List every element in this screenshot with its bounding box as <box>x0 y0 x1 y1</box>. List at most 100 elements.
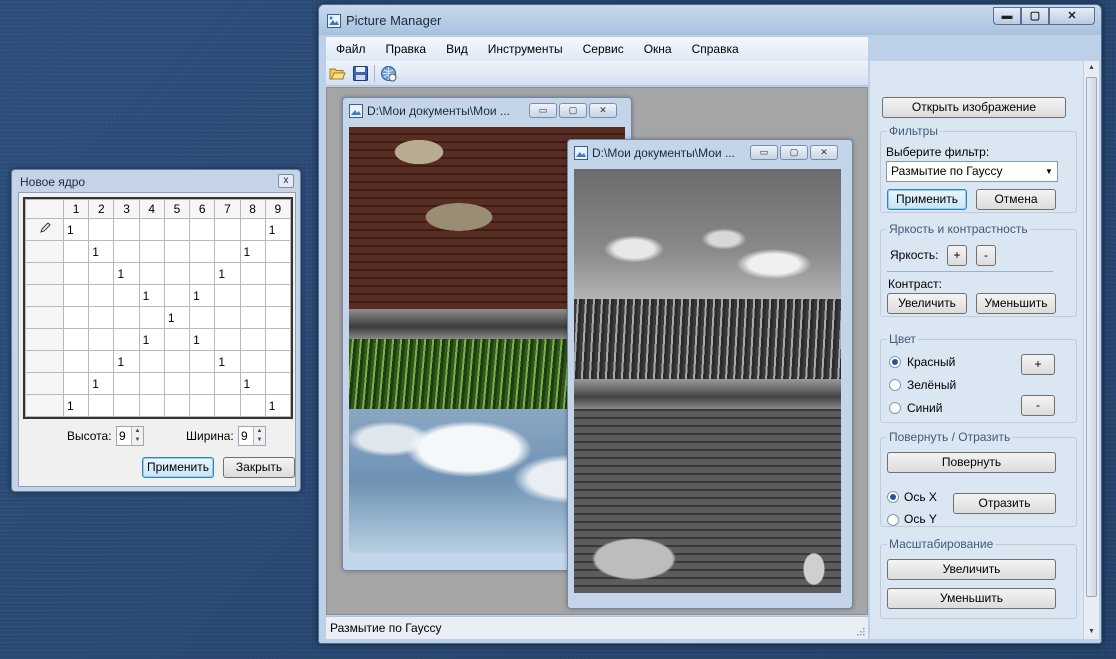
scroll-thumb[interactable] <box>1086 77 1097 597</box>
radio-green[interactable] <box>889 379 901 391</box>
grid-cell[interactable] <box>239 218 266 241</box>
grid-cell[interactable] <box>88 262 115 285</box>
grid-cell[interactable] <box>189 350 216 373</box>
menu-windows[interactable]: Окна <box>634 42 682 56</box>
grid-cell[interactable] <box>239 306 266 329</box>
grid-cell[interactable] <box>239 262 266 285</box>
grid-cell[interactable]: 1 <box>189 284 216 307</box>
radio-red-label[interactable]: Красный <box>907 355 955 369</box>
grid-cell[interactable] <box>62 372 90 395</box>
grid-cell[interactable] <box>138 350 165 373</box>
grid-cell[interactable] <box>138 372 165 395</box>
close-icon[interactable]: ✕ <box>1049 7 1095 25</box>
grid-cell[interactable] <box>214 372 241 395</box>
grid-cell[interactable] <box>163 240 191 263</box>
height-spinner[interactable]: 9 ▲ ▼ <box>116 426 144 446</box>
radio-blue-label[interactable]: Синий <box>907 401 942 415</box>
child-maximize-icon[interactable]: ▢ <box>780 145 808 160</box>
grid-cell[interactable]: 1 <box>264 218 292 241</box>
grid-cell[interactable]: 1 <box>113 350 140 373</box>
grid-cell[interactable] <box>163 350 191 373</box>
color-minus-button[interactable]: - <box>1021 395 1055 416</box>
child-minimize-icon[interactable]: ▭ <box>529 103 557 118</box>
grid-cell[interactable]: 1 <box>163 306 191 329</box>
grid-cell[interactable] <box>264 262 292 285</box>
radio-axis-x-label[interactable]: Ось X <box>904 490 937 504</box>
grid-cell[interactable] <box>189 306 216 329</box>
contrast-decrease-button[interactable]: Уменьшить <box>976 293 1056 314</box>
rotate-button[interactable]: Повернуть <box>887 452 1056 473</box>
grid-cell[interactable] <box>62 262 90 285</box>
open-folder-icon[interactable] <box>329 65 346 82</box>
spinner-arrows-icon[interactable]: ▲ ▼ <box>253 427 265 445</box>
grid-cell[interactable] <box>138 394 165 417</box>
grid-cell[interactable] <box>138 218 165 241</box>
grid-cell[interactable] <box>264 372 292 395</box>
scroll-down-icon[interactable]: ▼ <box>1084 625 1099 639</box>
grid-cell[interactable]: 1 <box>214 262 241 285</box>
grid-cell[interactable]: 1 <box>62 218 90 241</box>
brightness-plus-button[interactable]: + <box>947 245 967 266</box>
menu-help[interactable]: Справка <box>682 42 749 56</box>
grid-cell[interactable] <box>239 394 266 417</box>
grid-cell[interactable]: 1 <box>239 372 266 395</box>
menu-tools[interactable]: Инструменты <box>478 42 573 56</box>
grid-cell[interactable]: 1 <box>62 394 90 417</box>
grid-cell[interactable] <box>113 218 140 241</box>
minimize-icon[interactable]: ▬ <box>993 7 1021 25</box>
grid-cell[interactable] <box>163 218 191 241</box>
radio-blue[interactable] <box>889 402 901 414</box>
grid-cell[interactable]: 1 <box>189 328 216 351</box>
grid-cell[interactable] <box>62 284 90 307</box>
grid-cell[interactable]: 1 <box>239 240 266 263</box>
grid-cell[interactable] <box>189 240 216 263</box>
grid-cell[interactable] <box>264 284 292 307</box>
radio-axis-y-label[interactable]: Ось Y <box>904 512 937 526</box>
menu-file[interactable]: Файл <box>326 42 376 56</box>
flip-button[interactable]: Отразить <box>953 493 1056 514</box>
menu-edit[interactable]: Правка <box>376 42 437 56</box>
menu-service[interactable]: Сервис <box>573 42 634 56</box>
scroll-up-icon[interactable]: ▲ <box>1084 61 1099 75</box>
menu-view[interactable]: Вид <box>436 42 478 56</box>
grid-cell[interactable] <box>163 394 191 417</box>
grid-cell[interactable] <box>113 306 140 329</box>
maximize-icon[interactable]: ▢ <box>1021 7 1049 25</box>
grid-cell[interactable] <box>113 394 140 417</box>
radio-red[interactable] <box>889 356 901 368</box>
grid-cell[interactable]: 1 <box>88 240 115 263</box>
grid-cell[interactable] <box>214 218 241 241</box>
grid-cell[interactable] <box>113 284 140 307</box>
grid-cell[interactable] <box>163 262 191 285</box>
filter-apply-button[interactable]: Применить <box>887 189 967 210</box>
open-image-button[interactable]: Открыть изображение <box>882 97 1066 118</box>
panel-scrollbar[interactable]: ▲ ▼ <box>1083 61 1099 639</box>
grid-cell[interactable] <box>88 328 115 351</box>
kernel-grid[interactable]: 1 2 3 4 5 6 7 8 9 11111111111111111 <box>23 197 293 419</box>
zoom-out-button[interactable]: Уменьшить <box>887 588 1056 609</box>
grid-cell[interactable] <box>189 218 216 241</box>
grid-cell[interactable] <box>163 328 191 351</box>
grid-cell[interactable] <box>214 394 241 417</box>
grid-cell[interactable] <box>189 372 216 395</box>
grid-cell[interactable] <box>264 350 292 373</box>
grid-cell[interactable]: 1 <box>113 262 140 285</box>
contrast-increase-button[interactable]: Увеличить <box>887 293 967 314</box>
grid-cell[interactable] <box>88 284 115 307</box>
grid-cell[interactable] <box>62 328 90 351</box>
kernel-close-button[interactable]: Закрыть <box>223 457 295 478</box>
kernel-close-icon[interactable]: x <box>278 174 294 188</box>
grid-cell[interactable] <box>138 306 165 329</box>
grid-cell[interactable] <box>138 262 165 285</box>
radio-green-label[interactable]: Зелёный <box>907 378 956 392</box>
grid-cell[interactable]: 1 <box>138 328 165 351</box>
grid-cell[interactable] <box>113 240 140 263</box>
grid-cell[interactable]: 1 <box>88 372 115 395</box>
brightness-minus-button[interactable]: - <box>976 245 996 266</box>
grid-cell[interactable] <box>264 328 292 351</box>
zoom-in-button[interactable]: Увеличить <box>887 559 1056 580</box>
radio-axis-x[interactable] <box>887 491 899 503</box>
grid-cell[interactable] <box>88 350 115 373</box>
grid-cell[interactable] <box>214 284 241 307</box>
child-maximize-icon[interactable]: ▢ <box>559 103 587 118</box>
